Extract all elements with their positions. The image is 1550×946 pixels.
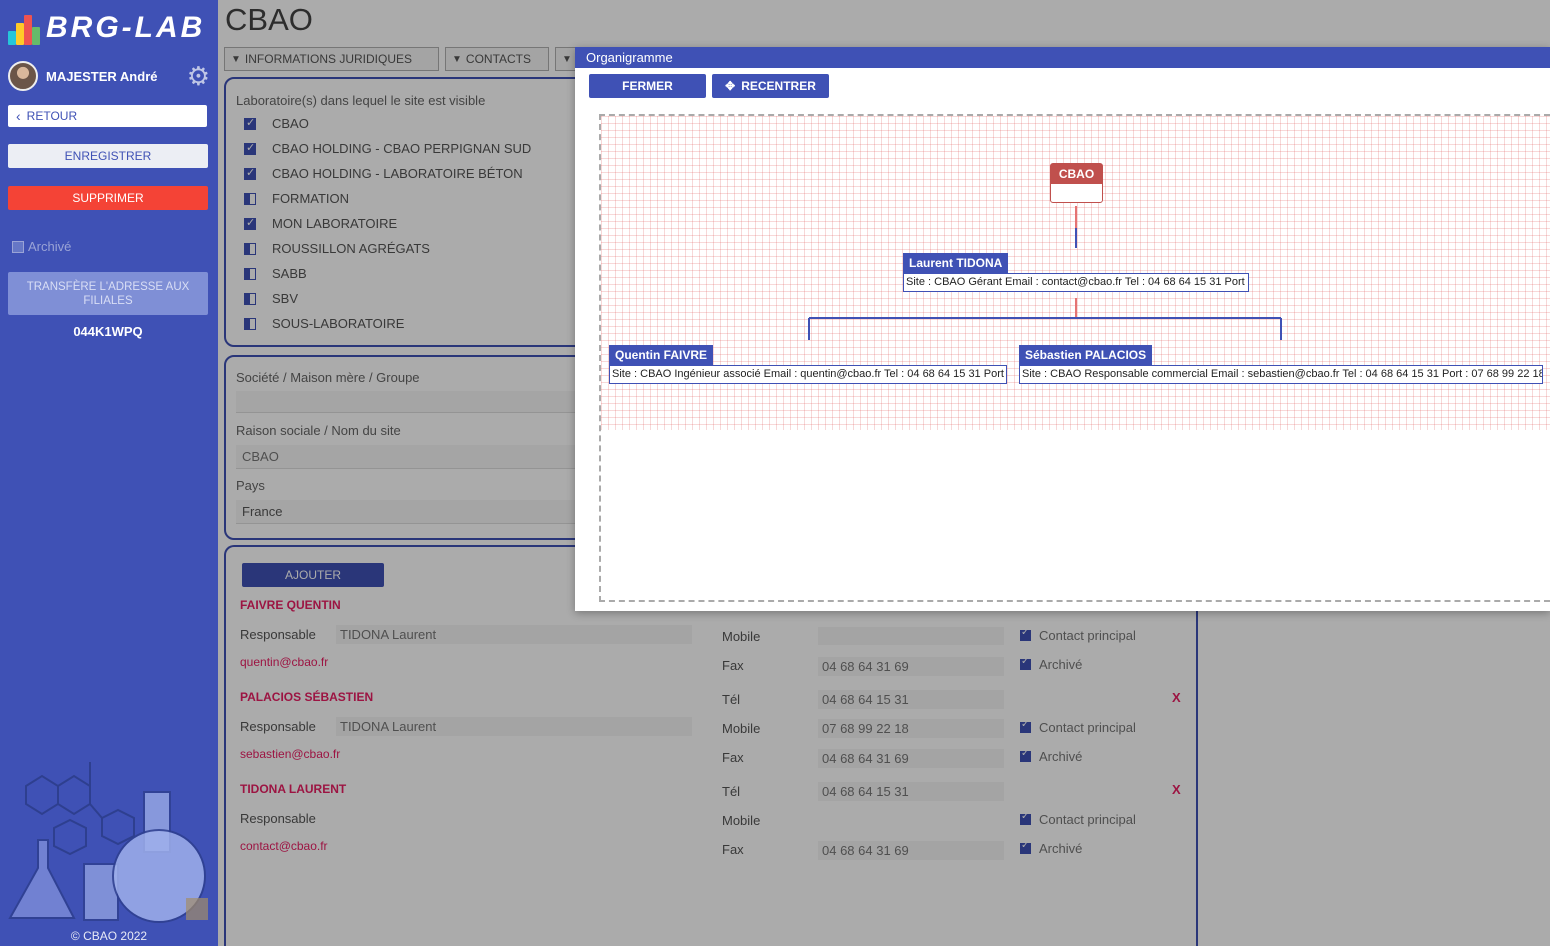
back-label: RETOUR bbox=[26, 109, 78, 123]
org-node-detail: Site : CBAO Gérant Email : contact@cbao.… bbox=[903, 273, 1249, 292]
delete-button[interactable]: SUPPRIMER bbox=[8, 186, 208, 210]
chevron-left-icon: ‹ bbox=[16, 108, 21, 124]
archived-checkbox[interactable]: Archivé bbox=[12, 239, 71, 254]
save-button[interactable]: ENREGISTRER bbox=[8, 144, 208, 168]
org-chart-dialog: Organigramme FERMER ✥ RECENTRER CBAO Lau… bbox=[575, 47, 1550, 611]
org-node-title[interactable]: Sébastien PALACIOS bbox=[1019, 345, 1153, 365]
transfer-address-button[interactable]: TRANSFÈRE L'ADRESSE AUX FILIALES bbox=[8, 272, 208, 315]
copyright: © CBAO 2022 bbox=[70, 929, 148, 943]
archived-label: Archivé bbox=[28, 239, 72, 254]
root-node-label: CBAO bbox=[1051, 164, 1102, 184]
app-logo[interactable]: BRG-LAB bbox=[8, 8, 205, 48]
avatar[interactable] bbox=[8, 61, 38, 91]
gear-icon[interactable]: ⚙ bbox=[187, 63, 210, 89]
org-node-detail: Site : CBAO Ingénieur associé Email : qu… bbox=[609, 365, 1007, 384]
close-button[interactable]: FERMER bbox=[589, 74, 706, 98]
recenter-button[interactable]: ✥ RECENTRER bbox=[712, 74, 829, 98]
org-root-node[interactable]: CBAO bbox=[1050, 163, 1103, 203]
user-row: MAJESTER André ⚙ bbox=[8, 60, 210, 92]
back-button[interactable]: ‹ RETOUR bbox=[8, 105, 207, 127]
logo-icon bbox=[8, 9, 42, 47]
recenter-label: RECENTRER bbox=[741, 79, 816, 93]
sidebar: BRG-LAB MAJESTER André ⚙ ‹ RETOUR ENREGI… bbox=[0, 0, 218, 946]
user-name: MAJESTER André bbox=[46, 68, 158, 84]
org-node-detail: Site : CBAO Responsable commercial Email… bbox=[1019, 365, 1543, 384]
lab-glassware-illustration bbox=[8, 762, 208, 923]
site-code: 044K1WPQ bbox=[73, 324, 143, 339]
crosshair-icon: ✥ bbox=[725, 79, 736, 93]
org-node-title[interactable]: Laurent TIDONA bbox=[903, 253, 1009, 273]
checkbox-box[interactable] bbox=[12, 240, 24, 253]
logo-text: BRG-LAB bbox=[46, 11, 206, 44]
dialog-title: Organigramme bbox=[575, 47, 1550, 68]
org-node-title[interactable]: Quentin FAIVRE bbox=[609, 345, 714, 365]
org-chart-canvas[interactable]: CBAO Laurent TIDONA Site : CBAO Gérant E… bbox=[599, 114, 1550, 602]
